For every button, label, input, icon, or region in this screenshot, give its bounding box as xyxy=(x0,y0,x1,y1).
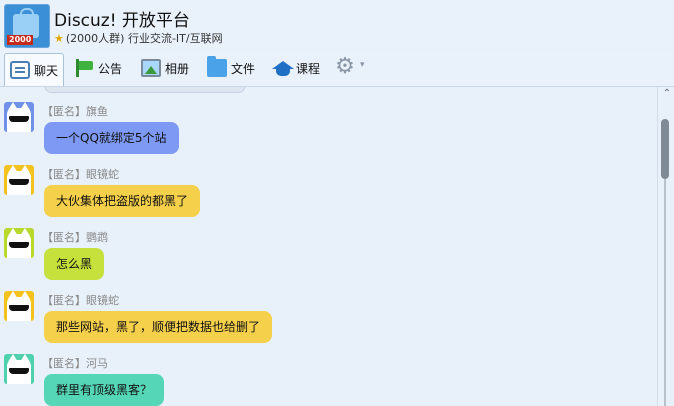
message-item: 【匿名】鹦鹉 怎么黑 xyxy=(0,228,656,290)
avatar[interactable] xyxy=(4,228,34,258)
message-bubble: 一个QQ就绑定5个站 xyxy=(44,122,179,154)
gear-icon[interactable]: ⚙ xyxy=(334,56,356,78)
folder-icon xyxy=(207,56,227,77)
message-bubble: 怎么黑 xyxy=(44,248,105,280)
message-item: 【匿名】眼镜蛇大伙集体把盗版的都黑了 xyxy=(0,165,656,227)
previous-bubble xyxy=(44,87,246,93)
message-item: 【匿名】旗鱼一个QQ就绑定5个站 xyxy=(0,102,656,164)
sender-name[interactable]: 【匿名】鹦鹉 xyxy=(42,229,108,245)
sender-name[interactable]: 【匿名】河马 xyxy=(42,355,108,371)
group-title: Discuz! 开放平台 xyxy=(54,11,190,31)
scroll-up-icon[interactable]: ⌃ xyxy=(660,87,674,101)
avatar-badge: 2000 xyxy=(7,35,34,45)
graduation-cap-icon xyxy=(272,59,294,77)
flag-icon xyxy=(74,59,94,77)
message-bubble: 大伙集体把盗版的都黑了 xyxy=(44,185,201,217)
star-icon: ★ xyxy=(54,32,64,45)
message-item: 【匿名】眼镜蛇那些网站，黑了，顺便把数据也给删了 xyxy=(0,291,656,353)
tab-chat[interactable]: 聊天 xyxy=(4,53,65,86)
chevron-down-icon[interactable]: ▾ xyxy=(360,60,365,70)
avatar[interactable] xyxy=(4,102,34,132)
message-item: 【匿名】河马群里有顶级黑客？ xyxy=(0,354,656,406)
tab-label: 相册 xyxy=(165,61,190,76)
tab-label: 课程 xyxy=(296,61,321,76)
sender-name[interactable]: 【匿名】眼镜蛇 xyxy=(42,166,119,182)
tab-notice[interactable]: 公告 xyxy=(74,53,122,83)
scrollbar[interactable]: ⌃ xyxy=(657,87,674,406)
tab-course[interactable]: 课程 xyxy=(272,53,320,83)
tab-label: 公告 xyxy=(98,61,123,76)
group-header: 2000 Discuz! 开放平台 ★ (2000人群) 行业交流-IT/互联网 xyxy=(0,0,674,48)
message-bubble: 群里有顶级黑客？ xyxy=(44,374,165,406)
scrollbar-thumb[interactable] xyxy=(661,119,669,179)
chat-icon xyxy=(10,61,30,79)
group-meta: ★ (2000人群) 行业交流-IT/互联网 xyxy=(54,30,223,46)
group-meta-text: (2000人群) 行业交流-IT/互联网 xyxy=(65,32,223,45)
tab-label: 文件 xyxy=(231,61,256,76)
group-avatar[interactable]: 2000 xyxy=(4,4,50,48)
sender-name[interactable]: 【匿名】眼镜蛇 xyxy=(42,292,119,308)
sender-name[interactable]: 【匿名】旗鱼 xyxy=(42,103,108,119)
avatar[interactable] xyxy=(4,165,34,195)
album-icon xyxy=(141,59,161,77)
tab-files[interactable]: 文件 xyxy=(207,53,255,83)
tab-label: 聊天 xyxy=(34,63,59,78)
tab-album[interactable]: 相册 xyxy=(141,53,189,83)
chat-area: 【匿名】旗鱼 一个QQ就绑定5个站 【匿名】眼镜蛇 大伙集体把盗版的都黑了 【匿名】鹦鹉… xyxy=(0,87,656,406)
avatar[interactable] xyxy=(4,354,34,384)
scrollbar-track xyxy=(664,179,666,406)
message-bubble: 那些网站，黑了，顺便把数据也给删了 xyxy=(44,311,273,343)
avatar[interactable] xyxy=(4,291,34,321)
